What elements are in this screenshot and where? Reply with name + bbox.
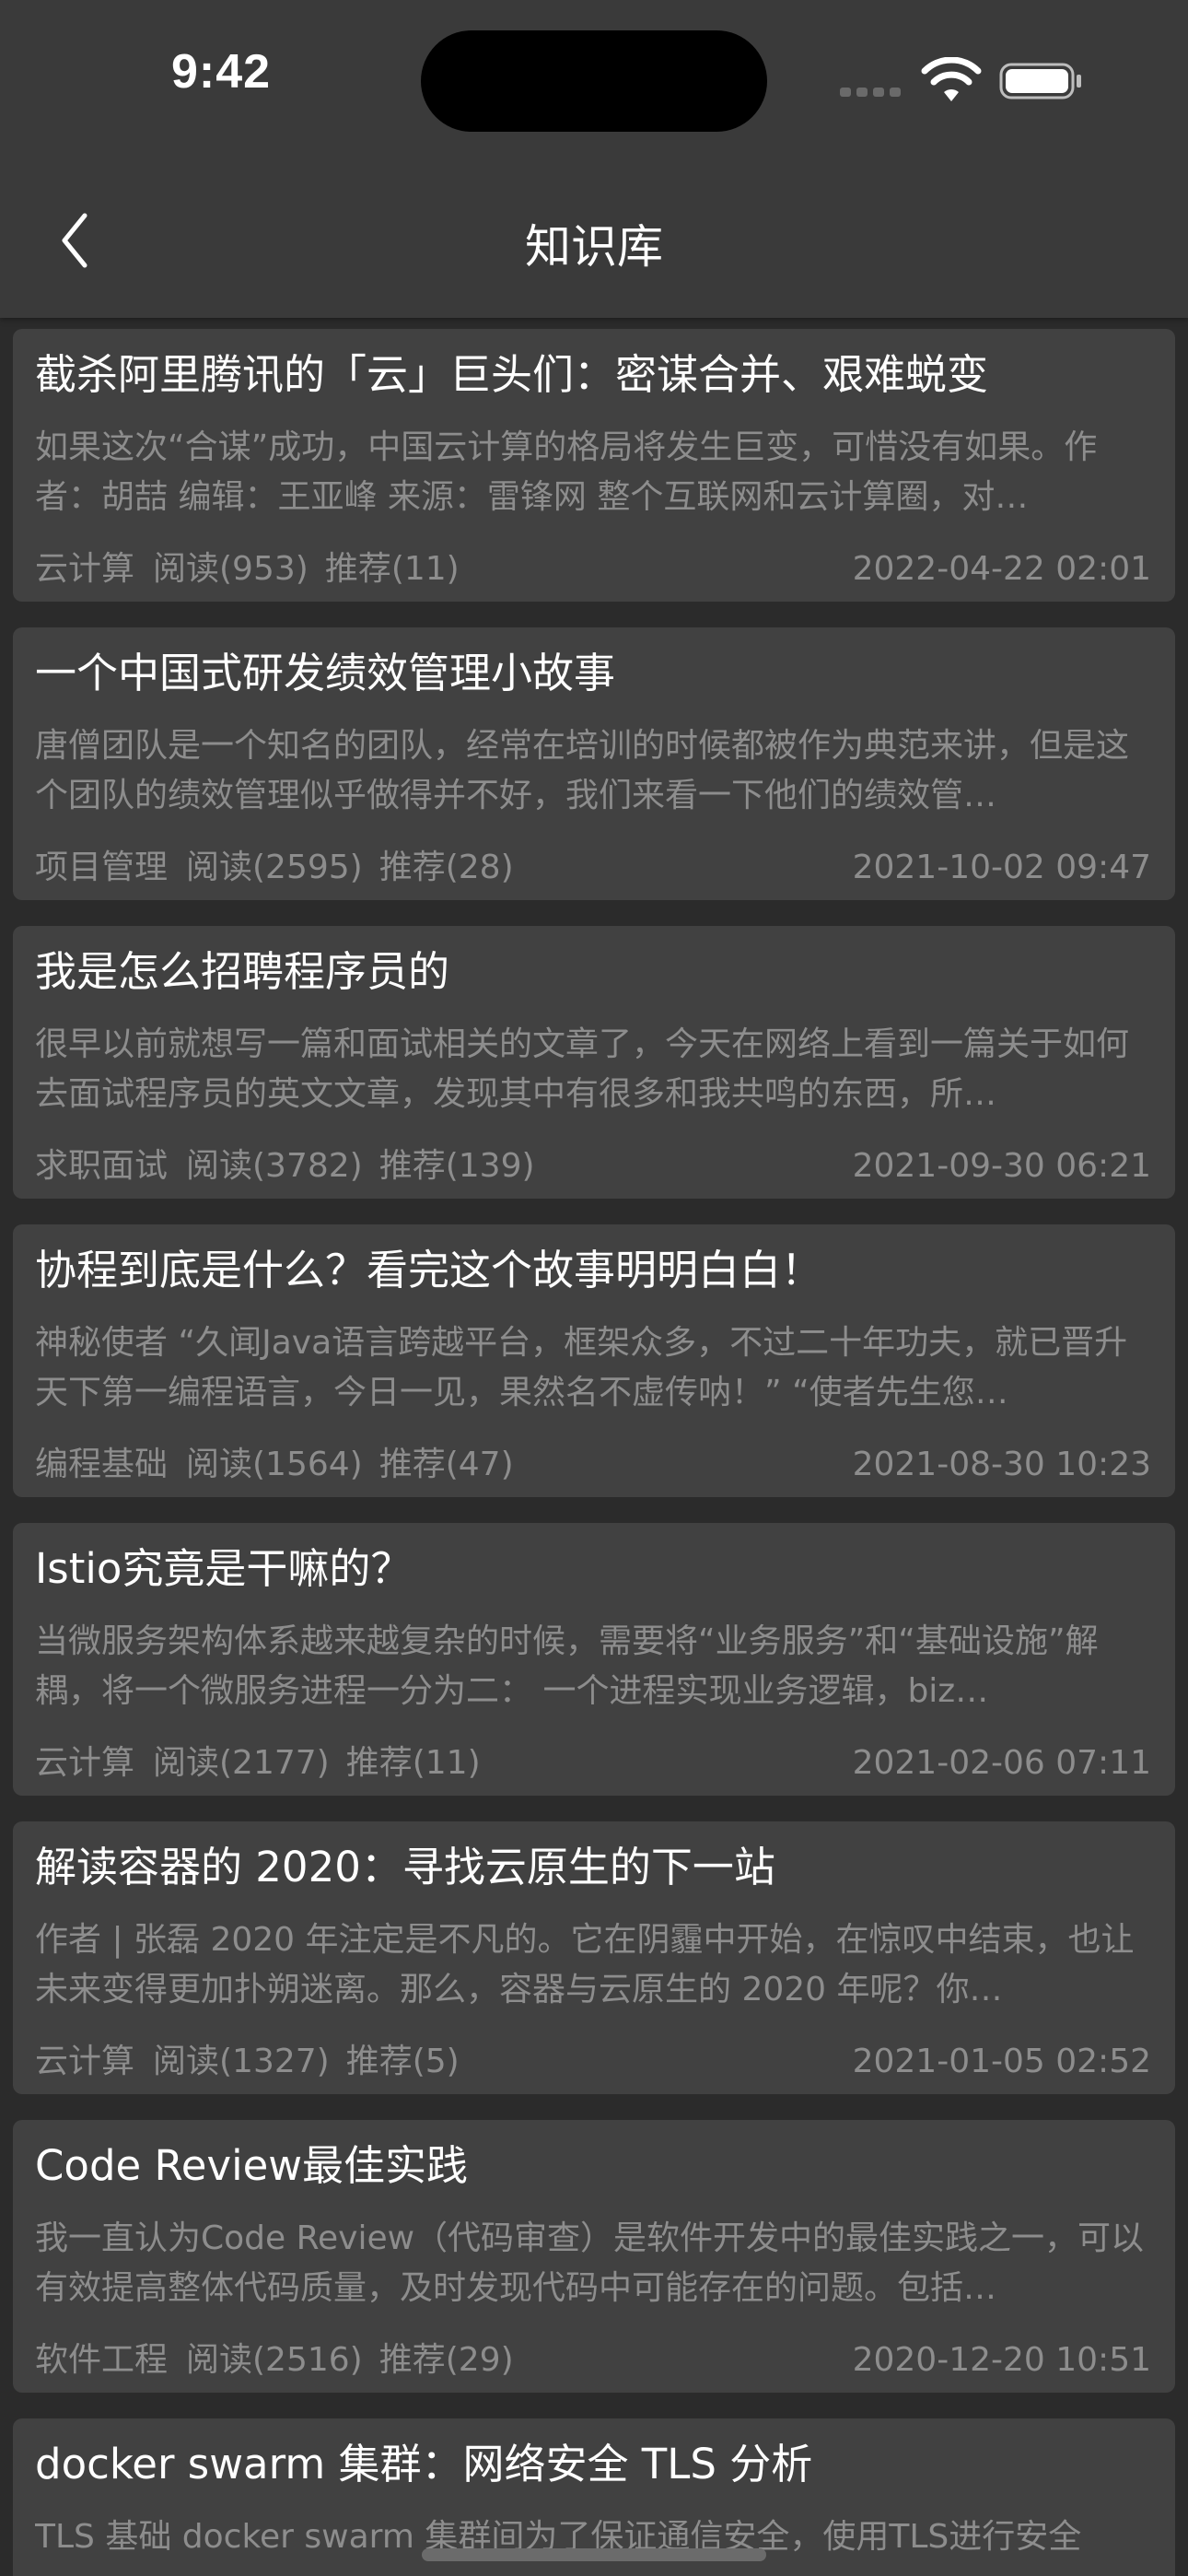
article-reads: 阅读(2177) bbox=[153, 1744, 330, 1782]
article-category: 编程基础 bbox=[35, 1446, 169, 1483]
article-date: 2021-08-30 10:23 bbox=[852, 1446, 1151, 1483]
header: 9:42 知识库 bbox=[0, 0, 1188, 318]
article-category: 项目管理 bbox=[35, 849, 169, 886]
status-time: 9:42 bbox=[170, 45, 272, 99]
article-category: 云计算 bbox=[35, 550, 135, 588]
article-category: 软件工程 bbox=[35, 2341, 169, 2379]
article-date: 2021-10-02 09:47 bbox=[852, 849, 1151, 886]
cellular-signal-icon bbox=[840, 85, 904, 100]
article-meta: 软件工程 阅读(2516) 推荐(29) bbox=[35, 2337, 530, 2383]
article-meta: 编程基础 阅读(1564) 推荐(47) bbox=[35, 1442, 530, 1488]
article-category: 求职面试 bbox=[35, 1147, 169, 1185]
article-meta: 云计算 阅读(2177) 推荐(11) bbox=[35, 1740, 497, 1786]
app-screen: 9:42 知识库 截杀阿里腾讯的「云」巨头们：密谋合并、艰难蜕变 如果这次“合谋… bbox=[0, 0, 1188, 2576]
article-date: 2021-01-05 02:52 bbox=[852, 2043, 1151, 2080]
article-title: 解读容器的 2020：寻找云原生的下一站 bbox=[35, 1843, 775, 1891]
article-date: 2020-12-20 10:51 bbox=[852, 2341, 1151, 2379]
article-likes: 推荐(29) bbox=[379, 2341, 514, 2379]
page-title: 知识库 bbox=[525, 220, 663, 274]
article-likes: 推荐(11) bbox=[345, 1744, 481, 1782]
article-likes: 推荐(28) bbox=[379, 849, 514, 886]
article-summary: 作者 | 张磊 2020 年注定是不凡的。它在阴霾中开始，在惊叹中结束，也让未来… bbox=[35, 1921, 1135, 2008]
article-meta: 云计算 阅读(1327) 推荐(5) bbox=[35, 2039, 476, 2085]
article-summary: 如果这次“合谋”成功，中国云计算的格局将发生巨变，可惜没有如果。作者：胡喆 编辑… bbox=[35, 428, 1098, 516]
article-title: 一个中国式研发绩效管理小故事 bbox=[35, 649, 616, 697]
article-title: Istio究竟是干嘛的？ bbox=[35, 1544, 413, 1593]
article-category: 云计算 bbox=[35, 2043, 135, 2080]
article-likes: 推荐(47) bbox=[379, 1446, 514, 1483]
article-reads: 阅读(953) bbox=[153, 550, 309, 588]
home-indicator[interactable] bbox=[422, 2548, 766, 2561]
article-reads: 阅读(2595) bbox=[186, 849, 363, 886]
article-card[interactable]: Istio究竟是干嘛的？ 当微服务架构体系越来越复杂的时候，需要将“业务服务”和… bbox=[13, 1523, 1175, 1796]
article-meta: 云计算 阅读(953) 推荐(11) bbox=[35, 546, 476, 592]
article-card[interactable]: 截杀阿里腾讯的「云」巨头们：密谋合并、艰难蜕变 如果这次“合谋”成功，中国云计算… bbox=[13, 329, 1175, 602]
article-title: docker swarm 集群：网络安全 TLS 分析 bbox=[35, 2440, 813, 2488]
article-date: 2022-04-22 02:01 bbox=[852, 550, 1151, 588]
article-reads: 阅读(1564) bbox=[186, 1446, 363, 1483]
article-title: 截杀阿里腾讯的「云」巨头们：密谋合并、艰难蜕变 bbox=[35, 350, 989, 399]
article-meta: 项目管理 阅读(2595) 推荐(28) bbox=[35, 845, 530, 891]
article-meta: 求职面试 阅读(3782) 推荐(139) bbox=[35, 1143, 552, 1189]
article-summary: 很早以前就想写一篇和面试相关的文章了，今天在网络上看到一篇关于如何去面试程序员的… bbox=[35, 1025, 1130, 1113]
article-likes: 推荐(139) bbox=[379, 1147, 535, 1185]
wifi-icon bbox=[921, 57, 982, 101]
article-title: Code Review最佳实践 bbox=[35, 2141, 469, 2190]
article-reads: 阅读(3782) bbox=[186, 1147, 363, 1185]
article-reads: 阅读(2516) bbox=[186, 2341, 363, 2379]
article-title: 我是怎么招聘程序员的 bbox=[35, 947, 450, 996]
article-card[interactable]: 协程到底是什么？看完这个故事明明白白！ 神秘使者 “久闻Java语言跨越平台，框… bbox=[13, 1224, 1175, 1497]
article-date: 2021-09-30 06:21 bbox=[852, 1147, 1151, 1185]
battery-icon bbox=[999, 63, 1081, 100]
article-reads: 阅读(1327) bbox=[153, 2043, 330, 2080]
article-card[interactable]: 解读容器的 2020：寻找云原生的下一站 作者 | 张磊 2020 年注定是不凡… bbox=[13, 1821, 1175, 2094]
article-summary: 当微服务架构体系越来越复杂的时候，需要将“业务服务”和“基础设施”解耦，将一个微… bbox=[35, 1622, 1099, 1710]
article-likes: 推荐(11) bbox=[324, 550, 460, 588]
article-category: 云计算 bbox=[35, 1744, 135, 1782]
article-card[interactable]: Code Review最佳实践 我一直认为Code Review（代码审查）是软… bbox=[13, 2120, 1175, 2393]
back-button[interactable] bbox=[46, 203, 111, 276]
dynamic-island bbox=[421, 30, 767, 132]
article-date: 2021-02-06 07:11 bbox=[852, 1744, 1151, 1782]
article-summary: 唐僧团队是一个知名的团队，经常在培训的时候都被作为典范来讲，但是这个团队的绩效管… bbox=[35, 727, 1130, 814]
article-card[interactable]: 一个中国式研发绩效管理小故事 唐僧团队是一个知名的团队，经常在培训的时候都被作为… bbox=[13, 627, 1175, 900]
article-summary: 我一直认为Code Review（代码审查）是软件开发中的最佳实践之一，可以有效… bbox=[35, 2219, 1145, 2307]
article-title: 协程到底是什么？看完这个故事明明白白！ bbox=[35, 1246, 823, 1294]
article-likes: 推荐(5) bbox=[345, 2043, 460, 2080]
article-card[interactable]: 我是怎么招聘程序员的 很早以前就想写一篇和面试相关的文章了，今天在网络上看到一篇… bbox=[13, 926, 1175, 1199]
article-summary: 神秘使者 “久闻Java语言跨越平台，框架众多，不过二十年功夫，就已晋升天下第一… bbox=[35, 1324, 1128, 1411]
chevron-left-icon bbox=[62, 213, 87, 268]
